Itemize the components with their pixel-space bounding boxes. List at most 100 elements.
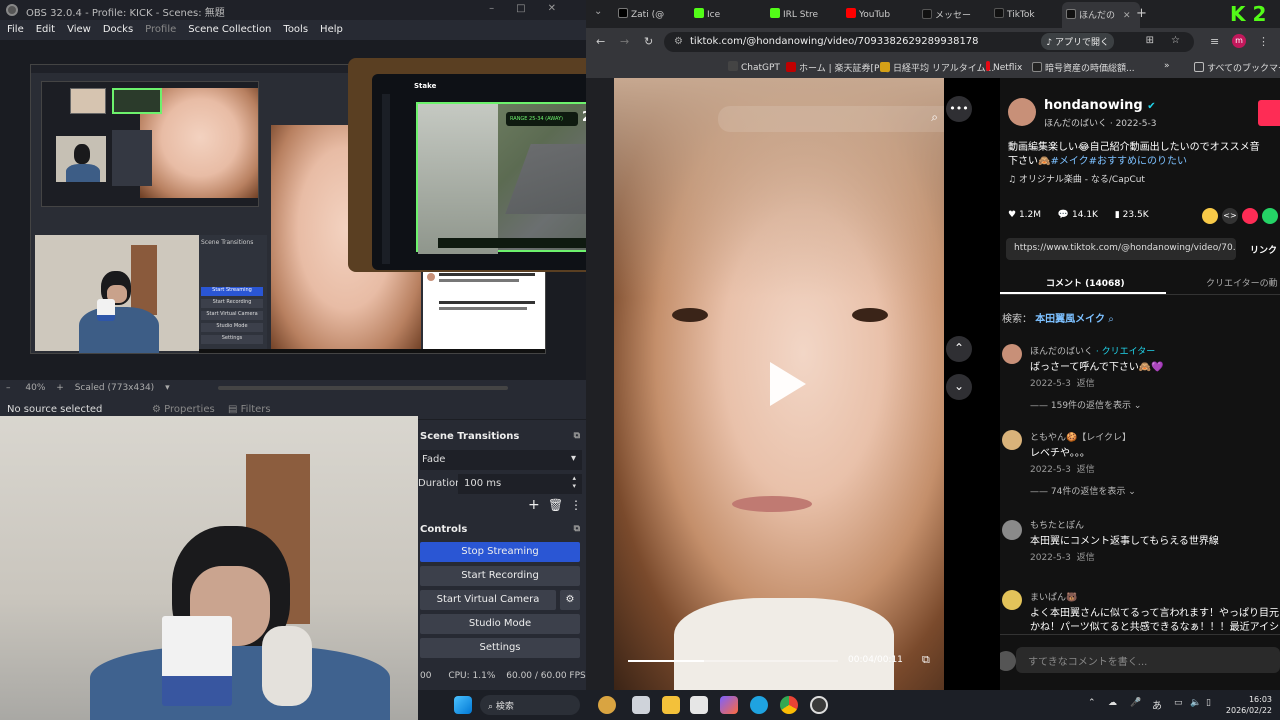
star-icon[interactable]: ☆ (1171, 35, 1180, 46)
zoom-in-button[interactable]: + (56, 383, 64, 393)
menu-docks[interactable]: Docks (103, 24, 133, 40)
start-virtual-camera-button[interactable]: Start Virtual Camera (420, 590, 556, 610)
menu-scene-collection[interactable]: Scene Collection (188, 24, 271, 40)
reload-icon[interactable]: ↻ (644, 35, 653, 48)
menu-help[interactable]: Help (320, 24, 343, 40)
taskbar-search[interactable]: ⌕ 検索 (480, 695, 580, 715)
scale-select[interactable]: Scaled (773x434) (75, 383, 155, 393)
tab-comments[interactable]: コメント (14068) (1046, 276, 1125, 289)
send-icon[interactable] (1242, 208, 1258, 224)
filters-tab[interactable]: ▤ Filters (228, 404, 271, 415)
all-bookmarks[interactable]: すべてのブックマーク (1194, 61, 1280, 74)
tab-irl[interactable]: IRL Stre (766, 4, 836, 24)
video-progress-track[interactable] (628, 660, 838, 662)
bookmark-chatgpt[interactable]: ChatGPT (728, 61, 780, 73)
back-icon[interactable]: ← (596, 35, 605, 48)
chrome-icon[interactable] (780, 696, 798, 714)
task-view-icon[interactable] (632, 696, 650, 714)
gear-icon[interactable]: ⚙ (560, 590, 580, 610)
bookmark-crypto[interactable]: 暗号資産の時価総額... (1032, 61, 1135, 74)
view-replies[interactable]: —— 74件の返信を表示 ⌄ (1030, 484, 1136, 497)
comment-input[interactable]: すてきなコメントを書く... (1016, 647, 1280, 673)
tiktok-video-player[interactable]: ⌕ 00:04/00:11 ⧉ 🔊 (614, 78, 958, 690)
obs-icon[interactable] (810, 696, 828, 714)
chevron-down-icon[interactable]: ▾ (165, 383, 170, 393)
bookmark-overflow-icon[interactable]: » (1164, 61, 1170, 71)
copy-link-button[interactable]: リンク (1250, 243, 1277, 256)
open-app-button[interactable]: ♪ アプリで開く (1041, 33, 1114, 50)
more-icon[interactable]: ⋮ (1258, 35, 1269, 48)
store-icon[interactable] (690, 696, 708, 714)
extensions-icon[interactable]: ≡ (1210, 35, 1219, 48)
close-icon[interactable]: ✕ (1123, 11, 1131, 21)
ime-indicator[interactable]: あ (1152, 697, 1162, 712)
comment-author[interactable]: ともやん🍪【レイクレ】 (1030, 430, 1131, 443)
tab-active-honda[interactable]: ほんだの ✕ (1062, 2, 1140, 28)
duration-input[interactable]: 100 ms ▴ ▾ (458, 474, 582, 494)
address-bar[interactable]: ⚙ tiktok.com/@hondanowing/video/70933826… (664, 32, 1194, 52)
chevron-up-icon[interactable]: ⌃ (946, 336, 972, 362)
mic-icon[interactable]: 🎤 (1130, 698, 1141, 708)
share-gold-icon[interactable] (1202, 208, 1218, 224)
line-icon[interactable] (1262, 208, 1278, 224)
related-search[interactable]: 検索： 本田翼風メイク ⌕ (1002, 310, 1114, 325)
tab-search-icon[interactable]: ⌄ (594, 6, 602, 17)
pip-icon[interactable]: ⧉ (922, 653, 930, 667)
menu-file[interactable]: File (7, 24, 24, 40)
zoom-out-button[interactable]: – (6, 383, 11, 393)
obs-preview-canvas[interactable]: Scene Transitions Start Streaming Start … (0, 40, 586, 380)
menu-profile[interactable]: Profile (145, 24, 176, 40)
menu-view[interactable]: View (67, 24, 91, 40)
trash-icon[interactable]: 🗑 (548, 498, 563, 512)
search-icon[interactable]: ⌕ (931, 110, 938, 125)
volume-icon[interactable]: 🔈 (1190, 698, 1201, 708)
comment-icon[interactable]: 💬 (1058, 210, 1069, 220)
tab-creator-videos[interactable]: クリエイターの動 (1206, 276, 1278, 289)
menu-edit[interactable]: Edit (36, 24, 55, 40)
battery-icon[interactable]: ▯ (1206, 698, 1211, 708)
taskbar-clock[interactable]: 16:03 2026/02/22 (1226, 694, 1272, 716)
start-recording-button[interactable]: Start Recording (420, 566, 580, 586)
start-icon[interactable] (454, 696, 472, 714)
tab-messages[interactable]: メッセー (918, 4, 988, 24)
more-icon[interactable]: ••• (946, 96, 972, 122)
menu-tools[interactable]: Tools (283, 24, 308, 40)
reply-button[interactable]: 返信 (1077, 553, 1095, 563)
window-controls[interactable]: –□✕ (489, 3, 578, 14)
reply-button[interactable]: 返信 (1077, 379, 1095, 389)
undock-icon[interactable]: ⧉ (574, 524, 580, 534)
video-search-overlay[interactable]: ⌕ (718, 106, 958, 132)
tray-overflow-icon[interactable]: ⌃ (1088, 698, 1096, 708)
spin-arrows-icon[interactable]: ▴ ▾ (572, 474, 576, 490)
file-explorer-icon[interactable] (662, 696, 680, 714)
add-transition-icon[interactable]: + (528, 497, 540, 513)
stop-streaming-button[interactable]: Stop Streaming (420, 542, 580, 562)
bookmark-rakuten[interactable]: ホーム | 楽天証券[PC] (786, 61, 889, 74)
properties-tab[interactable]: ⚙ Properties (152, 404, 215, 415)
hashtags[interactable]: #メイク#おすすめにのりたい (1050, 156, 1187, 167)
bookmark-nikkei[interactable]: 日経平均 リアルタイム... (880, 61, 994, 74)
tab-tiktok[interactable]: TikTok (990, 4, 1062, 24)
play-icon[interactable] (770, 362, 806, 406)
bookmark-icon[interactable]: ▮ (1115, 210, 1120, 220)
comment-avatar[interactable] (1002, 344, 1022, 364)
network-icon[interactable]: ▭ (1174, 698, 1183, 708)
tab-ice[interactable]: Ice (690, 4, 760, 24)
transition-select[interactable]: Fade ▾ (420, 450, 582, 470)
share-url-field[interactable]: https://www.tiktok.com/@hondanowing/vide… (1006, 238, 1236, 260)
translate-icon[interactable]: ⊞ (1146, 35, 1154, 46)
reply-button[interactable]: 返信 (1077, 465, 1095, 475)
music-credit[interactable]: ♫ オリジナル楽曲 - なる/CapCut (1008, 172, 1145, 185)
embed-icon[interactable]: <> (1222, 208, 1238, 224)
bookmark-netflix[interactable]: Netflix (986, 61, 1022, 73)
widgets-icon[interactable] (598, 696, 616, 714)
tab-zati[interactable]: Zati (@ (614, 4, 684, 24)
comment-avatar[interactable] (1002, 520, 1022, 540)
settings-button[interactable]: Settings (420, 638, 580, 658)
studio-mode-button[interactable]: Studio Mode (420, 614, 580, 634)
chevron-down-icon[interactable]: ⌄ (946, 374, 972, 400)
tab-youtube[interactable]: YouTub (842, 4, 912, 24)
author-avatar[interactable] (1008, 98, 1036, 126)
comment-author[interactable]: もちたとぽん (1030, 518, 1084, 531)
new-tab-icon[interactable]: + (1136, 6, 1147, 21)
